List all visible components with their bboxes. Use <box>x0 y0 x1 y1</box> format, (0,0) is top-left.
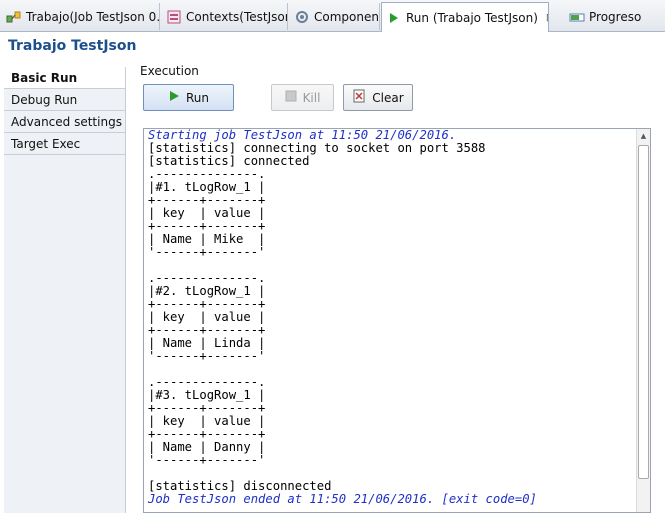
sidebar-item-advanced-settings[interactable]: Advanced settings <box>4 111 125 133</box>
sidebar-item-target-exec[interactable]: Target Exec <box>4 133 125 155</box>
tab-label: Run (Trabajo TestJson) <box>406 10 538 25</box>
console-line: '------+-------' <box>148 349 266 363</box>
sidebar-item-debug-run[interactable]: Debug Run <box>4 89 125 111</box>
sidebar-item-basic-run[interactable]: Basic Run <box>4 67 125 89</box>
tab-label: Trabajo(Job TestJson 0.1) <box>26 9 160 24</box>
tab-label: Contexts(TestJson) <box>186 9 288 24</box>
contexts-icon <box>166 9 182 25</box>
job-icon <box>6 9 22 25</box>
tab-label: Component <box>314 9 380 24</box>
tab-contexts[interactable]: Contexts(TestJson) <box>162 3 288 30</box>
tab-progreso[interactable]: Progreso <box>563 3 663 30</box>
run-sidebar: Basic Run Debug Run Advanced settings Ta… <box>4 67 126 513</box>
view-header: Trabajo TestJson <box>0 32 665 62</box>
run-button[interactable]: Run <box>143 84 234 111</box>
console-text: Starting job TestJson at 11:50 21/06/201… <box>148 129 636 506</box>
scroll-up-icon[interactable]: ▲ <box>637 129 650 143</box>
editor-tab-bar: Trabajo(Job TestJson 0.1) Contexts(TestJ… <box>0 0 665 32</box>
tab-run[interactable]: Run (Trabajo TestJson) ⊠ <box>381 2 549 32</box>
tab-label: Progreso <box>589 9 642 24</box>
stop-icon <box>285 90 297 105</box>
tab-trabajo[interactable]: Trabajo(Job TestJson 0.1) <box>2 3 160 30</box>
component-icon <box>294 9 310 25</box>
scrollbar-thumb[interactable] <box>638 145 649 479</box>
run-icon <box>386 10 402 26</box>
console-scrollbar[interactable]: ▲ <box>636 129 650 512</box>
clear-button-label: Clear <box>372 90 404 105</box>
clear-button[interactable]: Clear <box>343 84 413 111</box>
page-title: Trabajo TestJson <box>8 38 137 54</box>
run-button-label: Run <box>185 90 209 105</box>
console-line: Job TestJson ended at 11:50 21/06/2016. … <box>148 492 537 506</box>
console-line: '------+-------' <box>148 453 266 467</box>
console-output[interactable]: Starting job TestJson at 11:50 21/06/201… <box>143 128 651 513</box>
console-line: '------+-------' <box>148 245 266 259</box>
execution-group-label: Execution <box>140 64 199 78</box>
play-icon <box>168 90 180 105</box>
kill-button-label: Kill <box>302 90 321 105</box>
close-icon[interactable]: ⊠ <box>546 11 548 24</box>
progress-icon <box>569 9 585 25</box>
clear-icon <box>352 89 366 106</box>
kill-button[interactable]: Kill <box>271 84 334 111</box>
tab-component[interactable]: Component <box>290 3 380 30</box>
